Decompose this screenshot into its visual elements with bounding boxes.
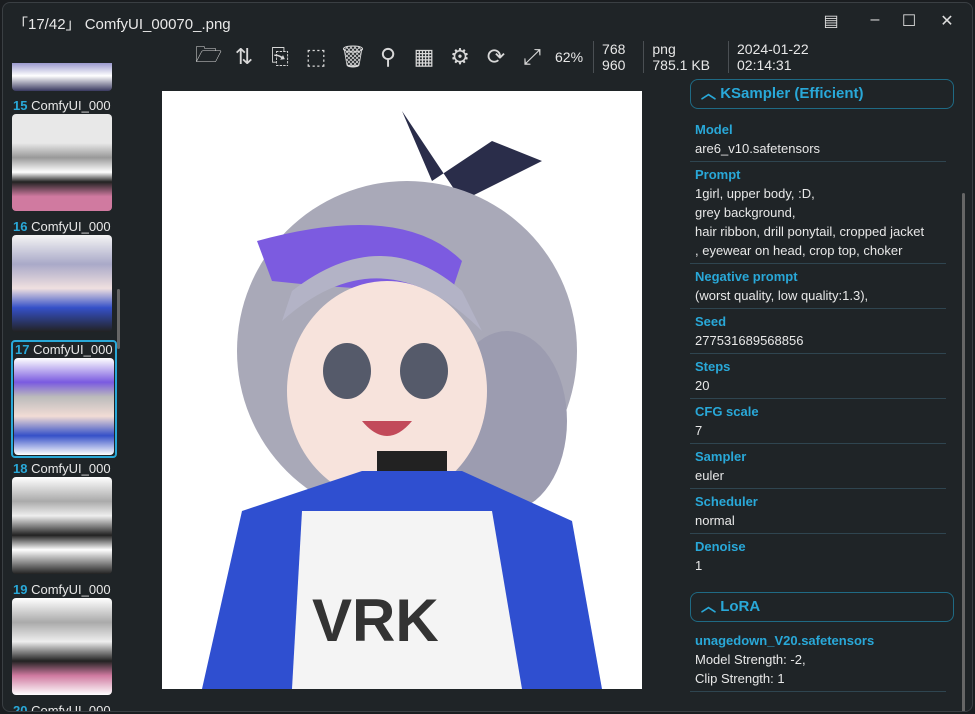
field-scheduler: Scheduler normal (690, 489, 946, 534)
move-icon[interactable]: ⬚ (303, 44, 329, 70)
thumbnail-name: ComfyUI_000 (31, 703, 111, 712)
field-seed: Seed 277531689568856 (690, 309, 946, 354)
field-prompt: Prompt 1girl, upper body, :D, grey backgr… (690, 162, 946, 264)
field-model: Model are6_v10.safetensors (690, 117, 946, 162)
minimize-button[interactable]: – (863, 11, 887, 29)
ksampler-fields: Model are6_v10.safetensors Prompt 1girl, up… (690, 109, 954, 578)
date: 2024-01-22 (737, 41, 809, 57)
thumbnail-name: ComfyUI_000 (31, 582, 111, 597)
svg-text:VRK: VRK (312, 587, 439, 654)
maximize-button[interactable]: ☐ (897, 11, 921, 31)
field-negative-prompt: Negative prompt (worst quality, low quali… (690, 264, 946, 309)
thumbnail-item[interactable]: 20 ComfyUI_000 (11, 703, 117, 712)
field-label: Prompt (695, 167, 741, 182)
copy-icon[interactable]: ⎘ (267, 44, 293, 70)
field-value[interactable]: 1 (695, 556, 946, 575)
field-value[interactable]: 1girl, upper body, :D, grey background, … (695, 184, 946, 260)
field-value[interactable]: (worst quality, low quality:1.3), (695, 286, 946, 305)
field-label: CFG scale (695, 404, 759, 419)
delete-icon[interactable]: 🗑 (339, 44, 367, 70)
section-title: KSampler (Efficient) (720, 85, 864, 102)
metadata-panel: ︿ KSampler (Efficient) Model are6_v10.saf… (690, 79, 954, 709)
thumbnail-image[interactable] (14, 358, 114, 455)
thumbnail-name: ComfyUI_000 (31, 219, 111, 234)
field-value[interactable]: 277531689568856 (695, 331, 946, 350)
thumbnail-number: 15 (13, 98, 28, 113)
field-label: Negative prompt (695, 269, 798, 284)
open-folder-icon[interactable]: 🗁 (195, 38, 222, 76)
file-date: 2024-01-22 02:14:31 (728, 41, 817, 73)
field-cfg-scale: CFG scale 7 (690, 399, 946, 444)
image-width: 768 (602, 41, 626, 57)
field-denoise: Denoise 1 (690, 534, 946, 578)
field-label: Seed (695, 314, 727, 329)
thumbnail-number: 16 (13, 219, 28, 234)
main-image: VRK (162, 91, 642, 689)
panel-scrollbar[interactable] (962, 193, 965, 711)
field-label: Steps (695, 359, 731, 374)
grid-icon[interactable]: ▦ (411, 44, 437, 70)
lora-name: unagedown_V20.safetensors (695, 633, 875, 648)
field-label: Model (695, 122, 733, 137)
thumbnail-scrollbar[interactable] (117, 289, 120, 349)
field-label: Denoise (695, 539, 746, 554)
thumbnail-item[interactable]: 18 ComfyUI_000 (11, 461, 117, 574)
search-icon[interactable]: ⚲ (375, 44, 401, 70)
time: 02:14:31 (737, 57, 792, 73)
lora-section-header[interactable]: ︿ LoRA (690, 592, 954, 622)
thumbnail-image[interactable] (12, 114, 112, 211)
field-value[interactable]: normal (695, 511, 946, 530)
field-label: Sampler (695, 449, 747, 464)
lora-entry: unagedown_V20.safetensors Model Strength… (690, 622, 946, 692)
zoom-level: 62% (555, 49, 584, 65)
thumbnail-number: 19 (13, 582, 28, 597)
thumbnail-number: 18 (13, 461, 28, 476)
chevron-up-icon: ︿ (701, 598, 717, 615)
file-info: png 785.1 KB (643, 41, 718, 73)
toolbar: 🗁 ⇅ ⎘ ⬚ 🗑 ⚲ ▦ ⚙ ⟳ ⤢ 62% 768 960 png 785.1 … (195, 39, 817, 75)
thumbnail-item[interactable]: 19 ComfyUI_000 (11, 582, 117, 695)
field-sampler: Sampler euler (690, 444, 946, 489)
thumbnail-item[interactable]: 15 ComfyUI_000 (11, 98, 117, 211)
chevron-up-icon: ︿ (701, 85, 717, 102)
thumbnail-item[interactable] (11, 63, 117, 91)
thumbnail-name: ComfyUI_000 (33, 342, 113, 357)
sort-icon[interactable]: ⇅ (231, 44, 257, 70)
dimensions: 768 960 (593, 41, 633, 73)
app-window: 「17/42」 ComfyUI_00070_.png ▤ – ☐ ✕ 🗁 ⇅ ⎘… (2, 2, 973, 712)
thumbnail-image[interactable] (12, 477, 112, 574)
lora-model-strength: Model Strength: -2, (695, 652, 806, 667)
gear-icon[interactable]: ⚙ (447, 44, 473, 70)
thumbnail-image[interactable] (12, 235, 112, 332)
layout-icon[interactable]: ▤ (819, 11, 843, 31)
thumbnail-name: ComfyUI_000 (31, 98, 111, 113)
thumbnail-list[interactable]: 15 ComfyUI_000 16 ComfyUI_000 17 ComfyUI… (3, 63, 121, 712)
file-size: 785.1 KB (652, 57, 710, 73)
thumbnail-image[interactable] (12, 598, 112, 695)
window-title: 「17/42」 ComfyUI_00070_.png (13, 16, 231, 33)
fit-screen-icon[interactable]: ⤢ (519, 44, 545, 70)
close-button[interactable]: ✕ (935, 11, 959, 31)
thumbnail-number: 20 (13, 703, 28, 712)
field-value[interactable]: are6_v10.safetensors (695, 139, 946, 158)
rotate-icon[interactable]: ⟳ (483, 44, 509, 70)
thumbnail-name: ComfyUI_000 (31, 461, 111, 476)
thumbnail-image[interactable] (12, 63, 112, 91)
field-steps: Steps 20 (690, 354, 946, 399)
thumbnail-item[interactable]: 16 ComfyUI_000 (11, 219, 117, 332)
field-value[interactable]: 7 (695, 421, 946, 440)
ksampler-section-header[interactable]: ︿ KSampler (Efficient) (690, 79, 954, 109)
section-title: LoRA (720, 598, 761, 615)
thumbnail-number: 17 (15, 342, 30, 357)
thumbnail-item-selected[interactable]: 17 ComfyUI_000 (11, 340, 117, 458)
field-value[interactable]: 20 (695, 376, 946, 395)
field-value[interactable]: euler (695, 466, 946, 485)
file-format: png (652, 41, 676, 57)
image-height: 960 (602, 57, 626, 73)
lora-clip-strength: Clip Strength: 1 (695, 671, 785, 686)
field-label: Scheduler (695, 494, 758, 509)
